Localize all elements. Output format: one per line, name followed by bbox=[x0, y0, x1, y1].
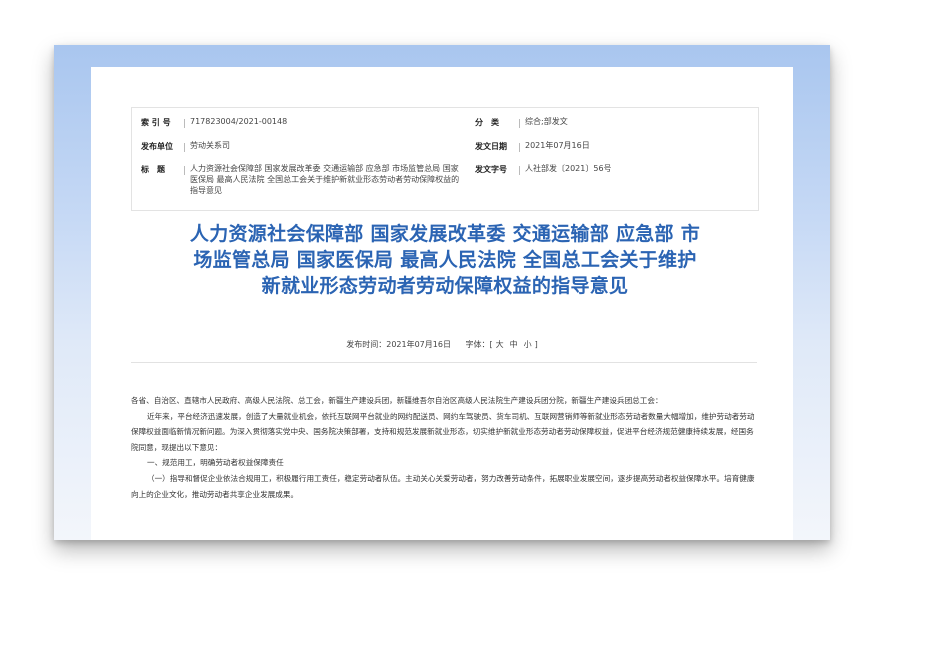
publish-info: 发布时间：2021年07月16日 字体：[大中小] bbox=[91, 339, 793, 350]
index-value: 717823004/2021-00148 bbox=[190, 117, 288, 126]
publish-time: 发布时间：2021年07月16日 bbox=[346, 340, 451, 349]
title-label: 标 题 bbox=[141, 165, 165, 174]
font-size-close: ] bbox=[534, 340, 538, 349]
page-title: 人力资源社会保障部 国家发展改革委 交通运输部 应急部 市 场监管总局 国家医保… bbox=[125, 221, 765, 299]
title-line: 新就业形态劳动者劳动保障权益的指导意见 bbox=[261, 275, 629, 297]
font-size-small-link[interactable]: 小 bbox=[524, 340, 532, 349]
separator bbox=[184, 119, 185, 128]
separator bbox=[519, 143, 520, 152]
category-value: 综合;部发文 bbox=[525, 117, 568, 126]
date-label: 发文日期 bbox=[475, 142, 507, 151]
issuer-value: 劳动关系司 bbox=[190, 141, 230, 150]
document-info-table: 索 引 号 717823004/2021-00148 分 类 综合;部发文 发布… bbox=[131, 107, 759, 211]
screenshot-frame: 索 引 号 717823004/2021-00148 分 类 综合;部发文 发布… bbox=[54, 45, 830, 540]
article-body: 各省、自治区、直辖市人民政府、高级人民法院、总工会，新疆生产建设兵团，新疆维吾尔… bbox=[131, 393, 761, 502]
addressee-paragraph: 各省、自治区、直辖市人民政府、高级人民法院、总工会，新疆生产建设兵团，新疆维吾尔… bbox=[131, 396, 663, 405]
document-page: 索 引 号 717823004/2021-00148 分 类 综合;部发文 发布… bbox=[91, 67, 793, 540]
separator bbox=[184, 166, 185, 175]
intro-paragraph: 近年来，平台经济迅速发展，创造了大量就业机会，依托互联网平台就业的网约配送员、网… bbox=[131, 411, 755, 452]
clause-paragraph: （一）指导和督促企业依法合规用工，积极履行用工责任，稳定劳动者队伍。主动关心关爱… bbox=[131, 473, 755, 499]
separator bbox=[519, 119, 520, 128]
title-line: 人力资源社会保障部 国家发展改革委 交通运输部 应急部 市 bbox=[189, 223, 701, 245]
docno-value: 人社部发〔2021〕56号 bbox=[525, 164, 612, 173]
separator bbox=[519, 166, 520, 175]
index-label: 索 引 号 bbox=[141, 118, 171, 127]
title-value: 人力资源社会保障部 国家发展改革委 交通运输部 应急部 市场监管总局 国家医保局… bbox=[190, 164, 460, 195]
issuer-label: 发布单位 bbox=[141, 142, 173, 151]
divider bbox=[131, 362, 757, 363]
font-size-medium-link[interactable]: 中 bbox=[510, 340, 518, 349]
separator bbox=[184, 143, 185, 152]
date-value: 2021年07月16日 bbox=[525, 141, 590, 150]
font-size-label: 字体：[ bbox=[465, 340, 493, 349]
title-line: 场监管总局 国家医保局 最高人民法院 全国总工会关于维护 bbox=[193, 249, 697, 271]
font-size-large-link[interactable]: 大 bbox=[496, 340, 504, 349]
docno-label: 发文字号 bbox=[475, 165, 507, 174]
section-heading: 一、规范用工，明确劳动者权益保障责任 bbox=[147, 458, 284, 468]
category-label: 分 类 bbox=[475, 118, 499, 127]
